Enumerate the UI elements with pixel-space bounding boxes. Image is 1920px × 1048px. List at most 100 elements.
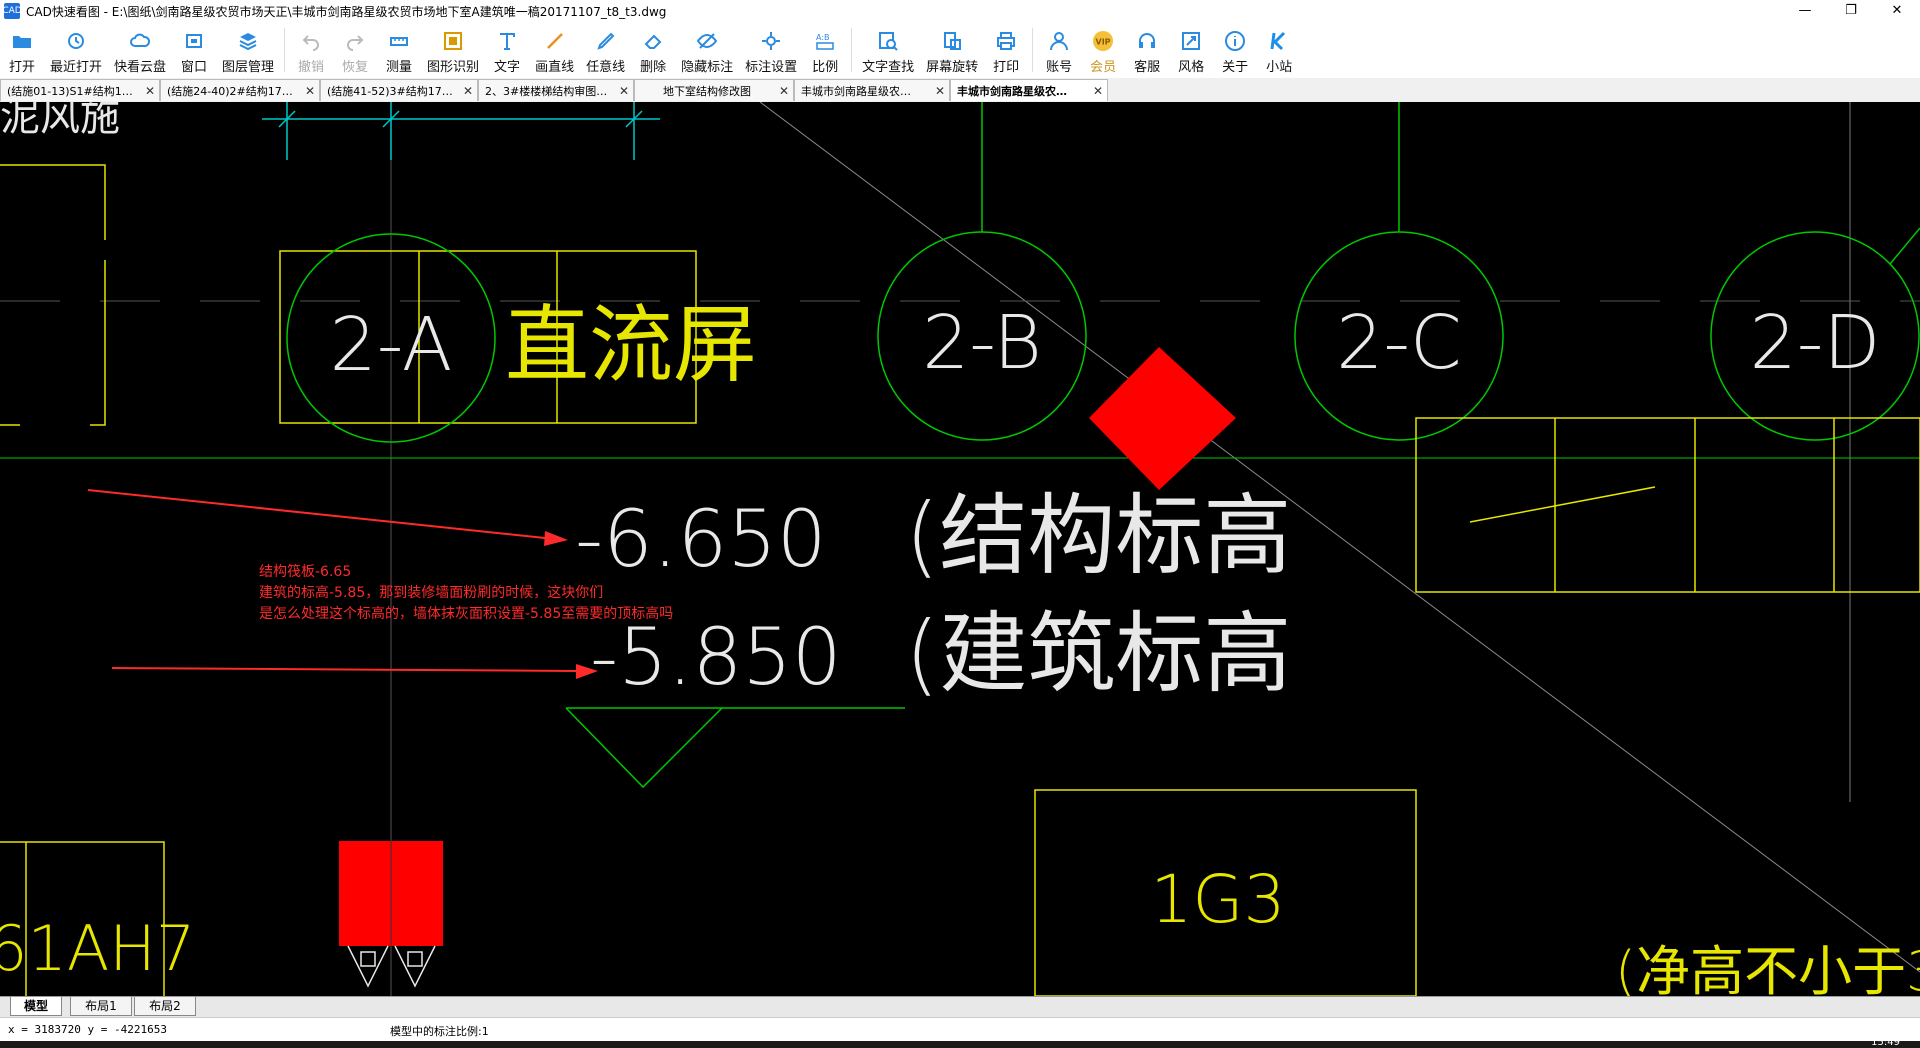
tab-model[interactable]: 模型 [10,997,62,1016]
close-button[interactable]: ✕ [1874,0,1920,22]
headset-icon [1136,30,1158,52]
tab-label: (结施24-40)2#结构17… [167,84,293,98]
light-symbol-box [407,951,423,967]
annotation-settings-button[interactable]: 标注设置 [739,22,803,78]
style-button-label: 风格 [1178,60,1205,75]
document-tab[interactable]: (结施24-40)2#结构17… ✕ [160,79,320,101]
redo-button[interactable]: 恢复 [333,22,377,78]
cursor-coordinates: x = 3183720 y = -4221653 [8,1023,167,1036]
style-icon [1180,30,1202,52]
vip-button[interactable]: VIP 会员 [1081,22,1125,78]
text-button-label: 文字 [494,60,521,75]
close-icon[interactable]: ✕ [463,84,473,98]
document-tab[interactable]: 地下室结构修改图 ✕ [634,79,794,101]
rotate-screen-button[interactable]: 屏幕旋转 [920,22,984,78]
elevation-building-label: (建筑标高 [905,602,1291,705]
text-search-button[interactable]: 文字查找 [856,22,920,78]
draw-line-button[interactable]: 画直线 [529,22,580,78]
document-tab[interactable]: 丰城市剑南路星级农… ✕ [794,79,950,101]
dc-panel-label: 直流屏 [505,296,757,394]
hide-annotation-button[interactable]: 隐藏标注 [675,22,739,78]
axis-label-2c: 2-C [1336,300,1461,386]
text-button[interactable]: 文字 [485,22,529,78]
window-button-label: 窗口 [181,60,208,75]
drawing-canvas[interactable]: 直流屏 2-A 2-B 2-C 2-D -6.650 (结构标高 -5.850 … [0,102,1920,996]
tab-layout2[interactable]: 布局2 [134,997,196,1016]
taskbar: 15:49 [0,1037,1920,1048]
cad-drawing: 直流屏 2-A 2-B 2-C 2-D -6.650 (结构标高 -5.850 … [0,102,1920,996]
customer-service-button[interactable]: 客服 [1125,22,1169,78]
recent-open-button-label: 最近打开 [50,60,103,75]
freehand-button[interactable]: 任意线 [580,22,631,78]
history-icon [65,30,87,52]
print-button-label: 打印 [993,60,1020,75]
tab-layout1[interactable]: 布局1 [70,997,132,1016]
close-icon[interactable]: ✕ [935,84,945,98]
document-tab[interactable]: (结施41-52)3#结构17… ✕ [320,79,478,101]
arrow-head [544,531,568,546]
axis-label-2a: 2-A [330,302,453,388]
light-symbol-box [360,951,376,967]
close-icon[interactable]: ✕ [305,84,315,98]
mini-site-button[interactable]: 小站 [1257,22,1301,78]
document-tab[interactable]: (结施01-13)S1#结构1… ✕ [0,79,160,101]
tab-label: 2、3#楼楼梯结构审图… [485,84,608,98]
text-search-icon [877,30,899,52]
style-button[interactable]: 风格 [1169,22,1213,78]
measure-button[interactable]: 测量 [377,22,421,78]
ruler-icon [388,30,410,52]
document-tab-active[interactable]: 丰城市剑南路星级农… ✕ [950,79,1108,101]
elevation-triangle [565,707,723,789]
minimize-button[interactable]: — [1782,0,1828,22]
close-icon[interactable]: ✕ [145,84,155,98]
red-diamond-marker [1089,347,1236,490]
line-icon [544,30,566,52]
layer-manager-button[interactable]: 图层管理 [216,22,280,78]
toolbar-divider [851,28,853,72]
cloud-drive-button[interactable]: 快看云盘 [108,22,172,78]
text-search-button-label: 文字查找 [862,60,915,75]
axis-label-2d: 2-D [1750,300,1881,386]
recent-open-button[interactable]: 最近打开 [44,22,108,78]
print-button[interactable]: 打印 [984,22,1028,78]
taskbar-clock: 15:49 [1871,1037,1900,1048]
restore-button[interactable]: ❐ [1828,0,1874,22]
annotation-settings-button-label: 标注设置 [745,60,798,75]
k-logo-icon [1268,30,1290,52]
document-tab[interactable]: 2、3#楼楼梯结构审图… ✕ [478,79,634,101]
close-icon[interactable]: ✕ [779,84,789,98]
axis-label-2b: 2-B [922,300,1042,386]
undo-button[interactable]: 撤销 [289,22,333,78]
vip-button-label: 会员 [1090,60,1117,75]
user-icon [1048,30,1070,52]
shape-recognize-button[interactable]: 图形识别 [421,22,485,78]
eye-hide-icon [696,30,718,52]
eraser-icon [642,30,664,52]
hide-annotation-button-label: 隐藏标注 [681,60,734,75]
svg-text:A:B: A:B [816,33,830,42]
equipment-slash [1469,486,1656,523]
clear-height-note: (净高不小于3.9 [1615,940,1920,996]
equipment-box-right [1415,417,1920,593]
tab-label: 丰城市剑南路星级农… [801,84,911,98]
close-icon[interactable]: ✕ [619,84,629,98]
about-button[interactable]: 关于 [1213,22,1257,78]
red-annotation-note: 结构筏板-6.65 建筑的标高-5.85，那到装修墙面粉刷的时候，这块你们 是怎… [259,562,673,625]
open-button[interactable]: 打开 [0,22,44,78]
window-button[interactable]: 窗口 [172,22,216,78]
status-bar: x = 3183720 y = -4221653 模型中的标注比例:1 [0,1017,1920,1042]
tab-label: (结施01-13)S1#结构1… [7,84,133,98]
printer-icon [995,30,1017,52]
freehand-icon [595,30,617,52]
delete-button[interactable]: 删除 [631,22,675,78]
scale-button[interactable]: A:B 比例 [803,22,847,78]
close-icon[interactable]: ✕ [1093,84,1103,98]
open-button-label: 打开 [8,60,35,75]
measure-button-label: 测量 [386,60,413,75]
draw-line-button-label: 画直线 [535,60,575,75]
account-button[interactable]: 账号 [1037,22,1081,78]
top-left-label: 泥风施 [0,102,120,140]
elevation-structure-label: (结构标高 [905,484,1291,587]
mini-site-button-label: 小站 [1266,60,1293,75]
annotation-line: 建筑的标高-5.85，那到装修墙面粉刷的时候，这块你们 [259,585,604,601]
